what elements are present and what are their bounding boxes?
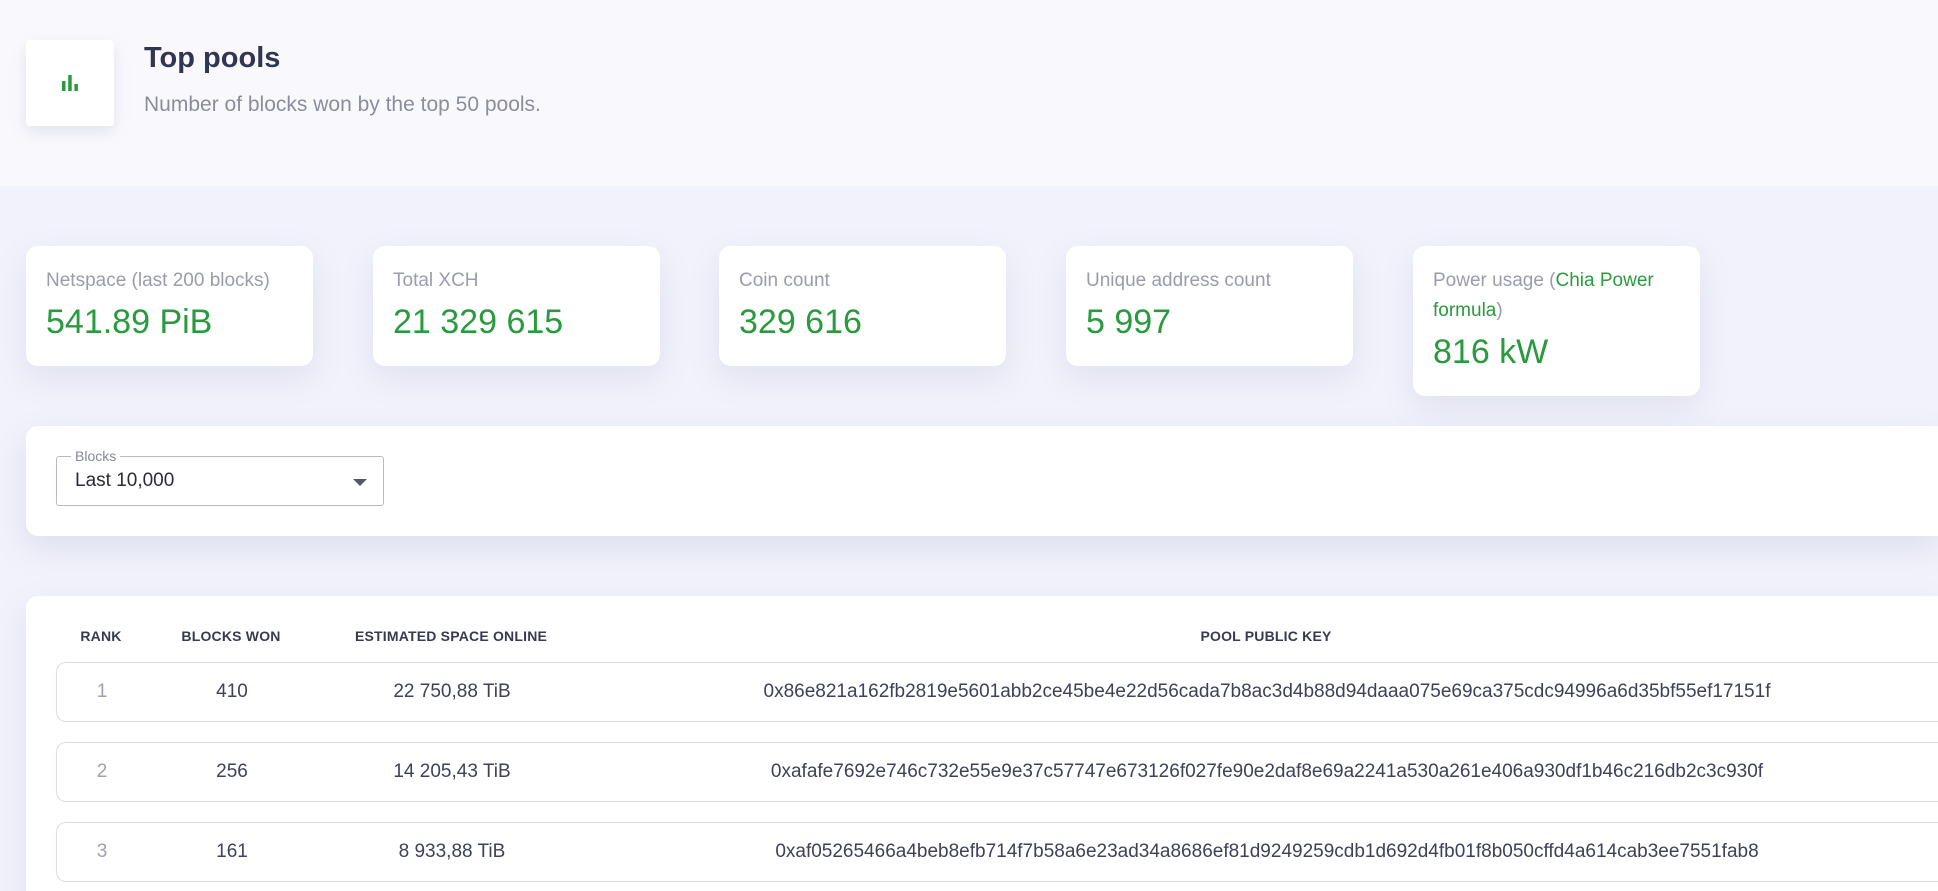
column-header-rank: RANK (80, 628, 122, 644)
blocks-select-legend: Blocks (71, 448, 121, 464)
stat-card-power-usage: Power usage (Chia Power formula) 816 kW (1413, 246, 1700, 396)
rank-cell: 1 (96, 681, 108, 702)
stat-card-total-xch: Total XCH 21 329 615 (373, 246, 660, 366)
blocks-select-value: Last 10,000 (75, 470, 175, 491)
pool-key-cell: 0xaf05265466a4beb8efb714f7b58a6e23ad34a8… (775, 841, 1759, 862)
space-cell: 8 933,88 TiB (398, 841, 506, 862)
column-header-pool-key: POOL PUBLIC KEY (1200, 628, 1332, 644)
filter-card: Blocks Last 10,000 (26, 426, 1938, 536)
page-subtitle: Number of blocks won by the top 50 pools… (144, 93, 541, 116)
stat-label: Netspace (last 200 blocks) (46, 270, 270, 291)
stat-value: 21 329 615 (393, 303, 564, 341)
stat-value: 541.89 PiB (46, 303, 213, 341)
stat-value: 816 kW (1433, 333, 1549, 371)
space-cell: 22 750,88 TiB (393, 681, 511, 702)
chevron-down-icon (353, 479, 367, 486)
table-row[interactable]: 1 410 22 750,88 TiB 0x86e821a162fb2819e5… (56, 662, 1938, 722)
stat-value: 329 616 (739, 303, 862, 341)
space-cell: 14 205,43 TiB (393, 761, 511, 782)
stat-label: Coin count (739, 270, 830, 291)
pool-key-cell: 0xafafe7692e746c732e55e9e37c57747e673126… (770, 761, 1764, 782)
stat-card-unique-address: Unique address count 5 997 (1066, 246, 1353, 366)
stat-card-netspace: Netspace (last 200 blocks) 541.89 PiB (26, 246, 313, 366)
header-icon-card (26, 40, 114, 126)
rank-cell: 3 (96, 841, 108, 862)
pools-table: RANK BLOCKS WON ESTIMATED SPACE ONLINE P… (26, 596, 1938, 891)
stat-label: Power usage (Chia Power formula) (1433, 266, 1680, 326)
column-header-blocks-won: BLOCKS WON (181, 628, 281, 644)
stat-label: Unique address count (1086, 270, 1271, 291)
stat-label: Total XCH (393, 270, 479, 291)
blocks-select[interactable]: Blocks Last 10,000 (56, 448, 384, 506)
bar-chart-icon (62, 75, 78, 91)
stat-card-coin-count: Coin count 329 616 (719, 246, 1006, 366)
stat-label-suffix: ) (1496, 300, 1503, 321)
blocks-won-cell: 410 (216, 681, 248, 702)
page-header: Top pools Number of blocks won by the to… (0, 0, 1938, 186)
rank-cell: 2 (96, 761, 108, 782)
column-header-space: ESTIMATED SPACE ONLINE (354, 628, 548, 644)
table-row[interactable]: 3 161 8 933,88 TiB 0xaf05265466a4beb8efb… (56, 822, 1938, 882)
stat-value: 5 997 (1086, 303, 1172, 341)
blocks-won-cell: 161 (216, 841, 248, 862)
page-title: Top pools (144, 42, 281, 74)
stat-label-prefix: Power usage ( (1433, 270, 1556, 291)
pool-key-cell: 0x86e821a162fb2819e5601abb2ce45be4e22d56… (763, 681, 1771, 702)
blocks-won-cell: 256 (216, 761, 248, 782)
table-row[interactable]: 2 256 14 205,43 TiB 0xafafe7692e746c732e… (56, 742, 1938, 802)
